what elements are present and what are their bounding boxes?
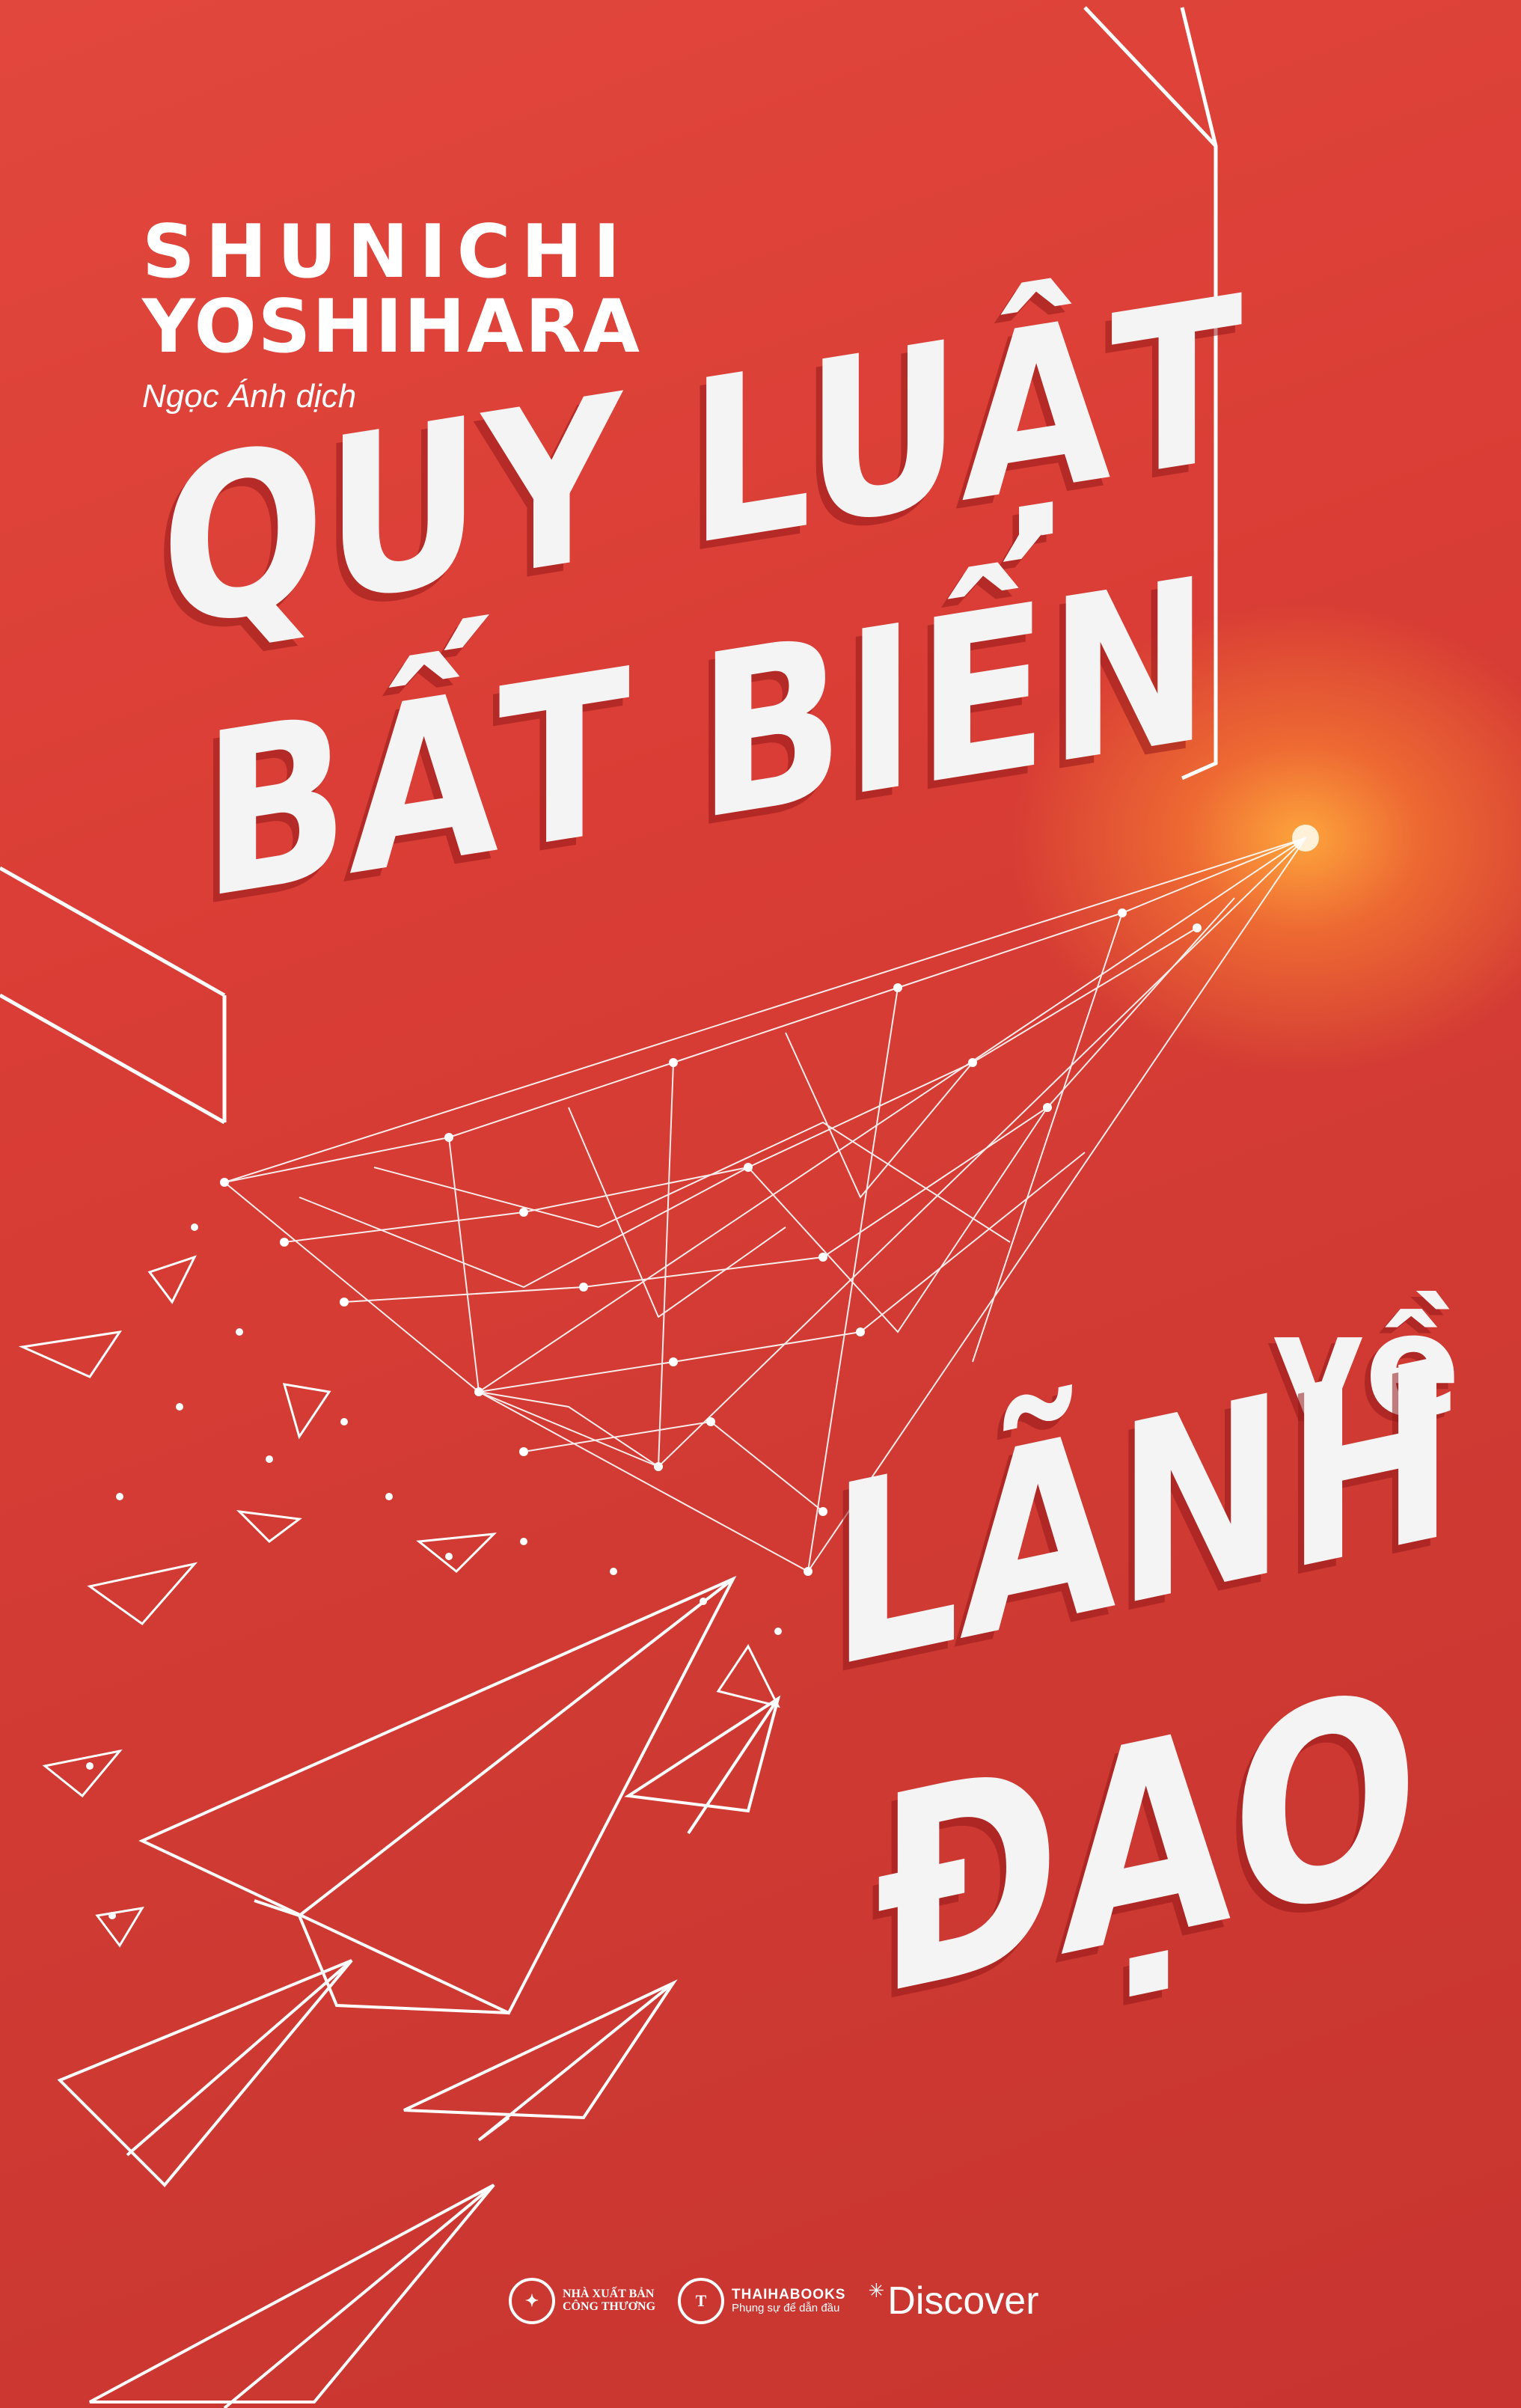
discover-star-icon: ✳ [868,2279,885,2302]
thaihabooks-tagline: Phụng sự để dẫn đầu [732,2302,840,2315]
thaihabooks-logo-icon: T [678,2278,725,2324]
book-cover: SHUNICHI YOSHIHARA Ngọc Ánh dịch QUY LUẬ… [0,0,1521,2408]
publisher-logos: ✦ NHÀ XUẤT BẢN CÔNG THƯƠNG T THAIHABOOKS… [509,2260,1077,2342]
publisher-name-line2: CÔNG THƯƠNG [563,2300,656,2313]
publisher-name-line1: NHÀ XUẤT BẢN [563,2288,655,2301]
publisher-cong-thuong: ✦ NHÀ XUẤT BẢN CÔNG THƯƠNG [509,2278,655,2324]
author-first-name: SHUNICHI [142,210,631,295]
publisher-discover: ✳ Discover [868,2279,1038,2323]
thaihabooks-name: THAIHABOOKS [732,2287,846,2303]
discover-name: Discover [887,2279,1039,2323]
publisher-thaihabooks: T THAIHABOOKS Phụng sự để dẫn đầu [678,2278,845,2324]
triangle-constellations [18,1255,780,1948]
publisher-emblem-icon: ✦ [509,2278,555,2324]
